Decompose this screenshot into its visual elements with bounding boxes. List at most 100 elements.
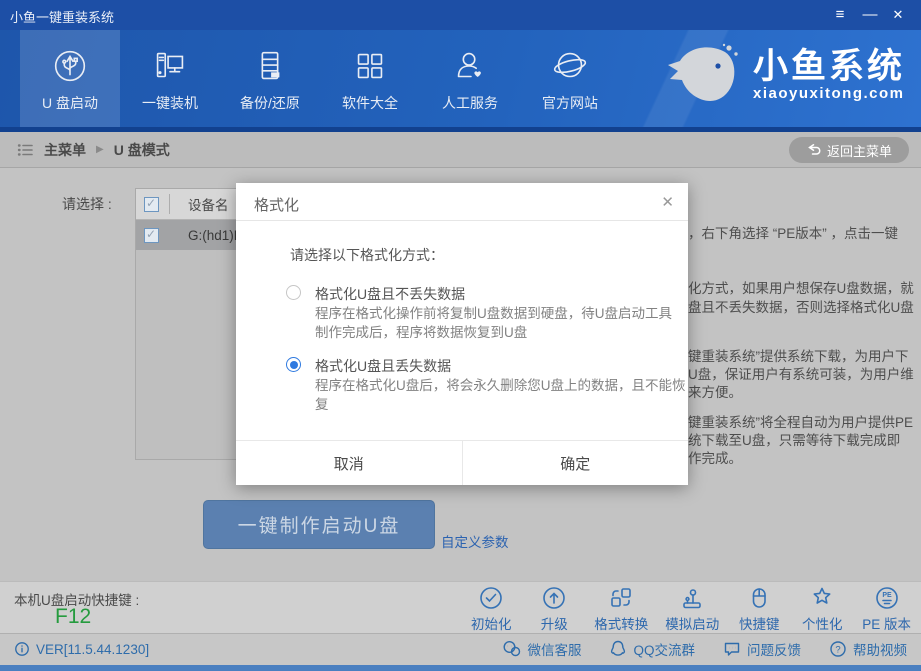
fish-logo-icon <box>661 42 743 108</box>
nav-item-label: 一键装机 <box>142 93 198 113</box>
qq-icon <box>609 640 627 658</box>
select-all-checkbox[interactable] <box>144 197 159 212</box>
nav-item-label: 人工服务 <box>442 93 498 113</box>
footer-link-label: 问题反馈 <box>747 639 801 659</box>
close-icon[interactable]: ✕ <box>887 3 909 27</box>
nav-item-label: 备份/还原 <box>240 93 300 113</box>
tool-hotkey[interactable]: 快捷键 <box>736 585 782 633</box>
custom-params-link[interactable]: 自定义参数 <box>441 531 509 551</box>
info-icon <box>14 641 30 657</box>
device-name-column-header: 设备名 <box>188 194 229 214</box>
nav-item-usb-boot[interactable]: U 盘启动 <box>20 30 120 127</box>
cancel-button[interactable]: 取消 <box>236 441 462 485</box>
breadcrumb-root[interactable]: 主菜单 <box>44 140 86 160</box>
main-nav: U 盘启动 一键装机 备份/还原 软件大全 <box>0 30 921 127</box>
svg-text:PE: PE <box>882 592 892 599</box>
footer-links: 微信客服 QQ交流群 问题反馈 ? 帮助视频 <box>502 639 907 659</box>
tool-initialize[interactable]: 初始化 <box>468 585 514 633</box>
footer-bar: VER[11.5.44.1230] 微信客服 QQ交流群 问题反馈 <box>0 633 921 665</box>
globe-icon <box>549 45 591 87</box>
tool-label: 格式转换 <box>594 613 648 633</box>
feedback-bubble-icon <box>723 640 741 658</box>
tool-simulate-boot[interactable]: 模拟启动 <box>665 585 719 633</box>
svg-text:?: ? <box>835 645 840 656</box>
breadcrumb-separator-icon: ▶ <box>96 144 104 155</box>
menu-icon[interactable]: ≡ <box>829 3 851 27</box>
help-icon: ? <box>829 640 847 658</box>
nav-item-human-service[interactable]: 人工服务 <box>420 30 520 127</box>
back-to-main-menu-button[interactable]: 返回主菜单 <box>789 137 909 163</box>
make-boot-usb-button[interactable]: 一键制作启动U盘 <box>203 500 435 549</box>
help-text-line: 来方便。 <box>688 381 742 401</box>
back-button-label: 返回主菜单 <box>827 141 892 160</box>
window-title: 小鱼一键重装系统 <box>10 7 114 26</box>
computer-icon <box>149 45 191 87</box>
tool-label: 升级 <box>541 613 568 633</box>
tool-label: 初始化 <box>471 613 512 633</box>
mouse-icon <box>746 585 772 611</box>
wechat-icon <box>502 640 521 658</box>
confirm-button[interactable]: 确定 <box>462 441 689 485</box>
tool-personalize[interactable]: 个性化 <box>799 585 845 633</box>
tool-pe-version[interactable]: PE PE 版本 <box>862 585 911 633</box>
tools-bar: 初始化 升级 格式转换 模拟启动 快捷键 <box>468 585 911 633</box>
footer-link-label: 微信客服 <box>527 639 581 659</box>
brand-domain: xiaoyuxitong.com <box>753 85 905 102</box>
brand-logo: 小鱼系统 xiaoyuxitong.com <box>661 42 905 108</box>
nav-item-backup-restore[interactable]: 备份/还原 <box>220 30 320 127</box>
footer-link-label: 帮助视频 <box>853 639 907 659</box>
nav-item-one-key-install[interactable]: 一键装机 <box>120 30 220 127</box>
tool-label: 模拟启动 <box>665 613 719 633</box>
hotkey-value: F12 <box>55 605 91 629</box>
format-convert-icon <box>608 585 634 611</box>
help-text-line: 盘且不丢失数据，否则选择格式化U盘 <box>688 296 914 316</box>
feedback-link[interactable]: 问题反馈 <box>723 639 801 659</box>
title-bar: 小鱼一键重装系统 ≡ — ✕ <box>0 0 921 30</box>
bottom-accent-strip <box>0 665 921 671</box>
pe-version-icon: PE <box>874 585 900 611</box>
select-label: 请选择 : <box>62 194 112 214</box>
option-title-lose-data[interactable]: 格式化U盘且丢失数据 <box>315 356 451 376</box>
option-title-keep-data[interactable]: 格式化U盘且不丢失数据 <box>315 284 465 304</box>
radio-lose-data[interactable] <box>286 357 301 372</box>
app-window: 小鱼一键重装系统 ≡ — ✕ U 盘启动 一键装机 <box>0 0 921 671</box>
help-text-line: 键重装系统”将全程自动为用户提供PE <box>688 411 913 431</box>
help-text-line: 键重装系统”提供系统下载，为用户下 <box>688 345 909 365</box>
version-info: VER[11.5.44.1230] <box>14 641 149 657</box>
column-divider <box>169 194 170 214</box>
option-desc-keep-data: 程序在格式化操作前将复制U盘数据到硬盘，待U盘启动工具制作完成后，程序将数据恢复… <box>315 304 685 342</box>
upgrade-arrow-icon <box>541 585 567 611</box>
dialog-prompt: 请选择以下格式化方式： <box>290 245 444 265</box>
nav-bottom-strip <box>0 127 921 132</box>
qq-group-link[interactable]: QQ交流群 <box>609 639 695 659</box>
version-text: VER[11.5.44.1230] <box>36 642 149 657</box>
dialog-footer: 取消 确定 <box>236 440 688 485</box>
usb-icon <box>49 45 91 87</box>
help-text-line: 作完成。 <box>688 447 742 467</box>
option-desc-lose-data: 程序在格式化U盘后，将会永久删除您U盘上的数据，且不能恢复 <box>315 376 695 414</box>
breadcrumb: 主菜单 ▶ U 盘模式 返回主菜单 <box>0 132 921 168</box>
help-video-link[interactable]: ? 帮助视频 <box>829 639 907 659</box>
radio-keep-data[interactable] <box>286 285 301 300</box>
nav-item-label: 官方网站 <box>542 93 598 113</box>
backup-server-icon <box>249 45 291 87</box>
list-icon <box>16 141 34 159</box>
nav-item-label: U 盘启动 <box>42 93 98 113</box>
grid-icon <box>349 45 391 87</box>
joystick-icon <box>679 585 705 611</box>
brand-name: 小鱼系统 <box>753 49 905 85</box>
nav-item-label: 软件大全 <box>342 93 398 113</box>
nav-item-official-site[interactable]: 官方网站 <box>520 30 620 127</box>
wechat-support-link[interactable]: 微信客服 <box>502 639 581 659</box>
tool-label: PE 版本 <box>862 613 911 633</box>
init-check-icon <box>478 585 504 611</box>
minimize-icon[interactable]: — <box>859 3 881 27</box>
device-row-checkbox[interactable] <box>144 228 159 243</box>
tool-format-convert[interactable]: 格式转换 <box>594 585 648 633</box>
nav-item-software[interactable]: 软件大全 <box>320 30 420 127</box>
dialog-title: 格式化 <box>254 194 299 215</box>
tool-upgrade[interactable]: 升级 <box>531 585 577 633</box>
dialog-close-icon[interactable]: ✕ <box>661 193 674 211</box>
help-text-line: ，右下角选择 “PE版本” ，点击一键 <box>688 222 898 242</box>
tool-label: 快捷键 <box>739 613 780 633</box>
